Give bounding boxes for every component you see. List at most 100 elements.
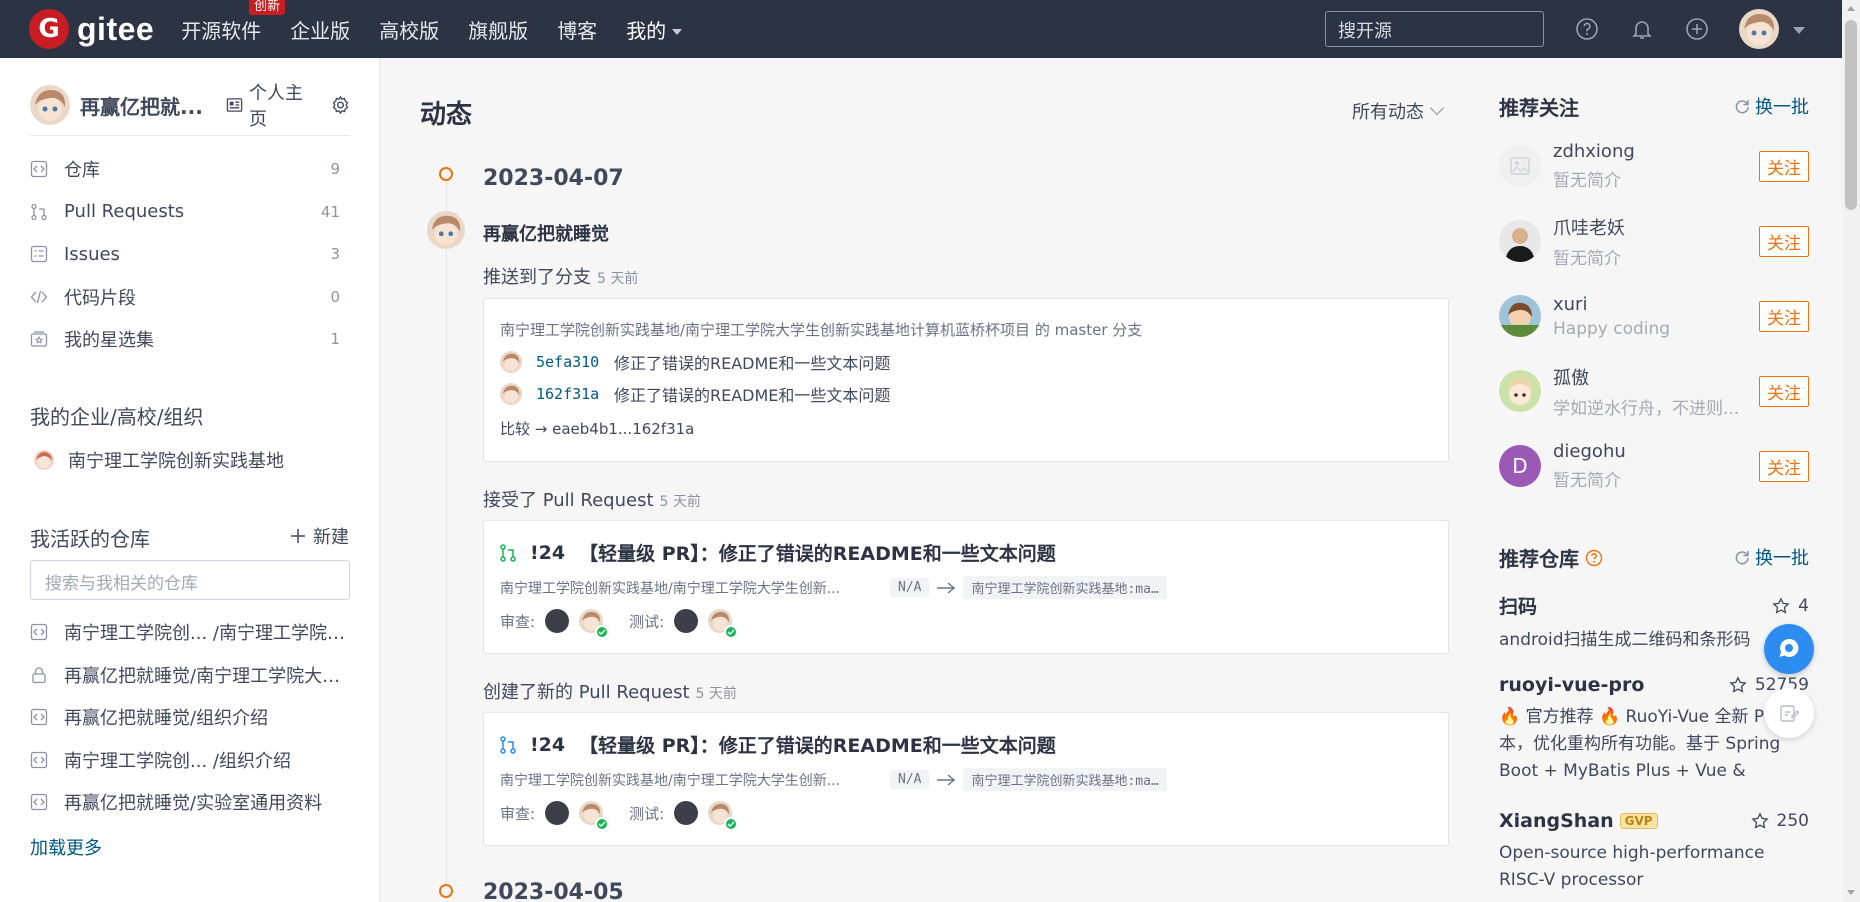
sidebar-item-snippets[interactable]: 代码片段 0 xyxy=(30,276,350,319)
timeline-line xyxy=(446,180,447,900)
follow-button[interactable]: 关注 xyxy=(1759,450,1809,482)
user-avatar[interactable] xyxy=(1739,9,1779,49)
nav-open-source[interactable]: 开源软件 创新 xyxy=(181,0,286,44)
scroll-down-arrow-icon[interactable] xyxy=(1847,890,1855,895)
event-time: 5 天前 xyxy=(597,271,639,287)
user-menu-caret-icon[interactable] xyxy=(1793,27,1805,34)
repo-search-input[interactable]: 搜索与我相关的仓库 xyxy=(30,560,350,600)
refresh-repos-button[interactable]: 换一批 xyxy=(1734,544,1809,570)
sidebar-item-star-collections[interactable]: 我的星选集 1 xyxy=(30,318,350,361)
personal-home-link[interactable]: 个人主页 xyxy=(226,79,317,131)
tester-avatar[interactable] xyxy=(708,801,739,831)
push-branch-line[interactable]: 南宁理工学院创新实践基地/南宁理工学院大学生创新实践基地计算机蓝桥杯项目 的 m… xyxy=(500,319,1432,340)
sidebar-user-name[interactable]: 再赢亿把就... xyxy=(80,91,208,120)
reviewer-avatar[interactable] xyxy=(579,609,610,639)
follow-avatar[interactable] xyxy=(1499,220,1541,262)
repo-icon xyxy=(30,623,48,641)
follow-button[interactable]: 关注 xyxy=(1759,225,1809,257)
refresh-follows-button[interactable]: 换一批 xyxy=(1734,93,1809,119)
follow-button[interactable]: 关注 xyxy=(1759,150,1809,182)
sidebar-item-repos[interactable]: 仓库 9 xyxy=(30,148,350,191)
follow-info: zdhxiong 暂无简介 xyxy=(1553,141,1759,191)
compare-link[interactable]: 比较 → eaeb4b1...162f31a xyxy=(500,418,1432,439)
follow-avatar[interactable]: D xyxy=(1499,445,1541,487)
nav-education[interactable]: 高校版 xyxy=(379,15,439,44)
repo-list-item[interactable]: 南宁理工学院创... /南宁理工学院大... xyxy=(30,611,350,654)
chevron-down-icon xyxy=(1429,100,1445,116)
nav-blog[interactable]: 博客 xyxy=(557,15,597,44)
commit-sha-link[interactable]: 5efa310 xyxy=(536,353,612,371)
nav-flagship[interactable]: 旗舰版 xyxy=(468,15,528,44)
global-search-input[interactable]: 搜开源 xyxy=(1325,11,1544,47)
feed-user-name[interactable]: 再赢亿把就睡觉 xyxy=(483,220,609,246)
sidebar-item-label: 我的星选集 xyxy=(64,330,154,352)
follow-avatar[interactable] xyxy=(1499,370,1541,412)
follow-info: 孤傲 学如逆水行舟，不进则... xyxy=(1553,364,1759,419)
help-icon[interactable] xyxy=(1585,549,1603,567)
reviewer-avatar[interactable] xyxy=(545,801,570,825)
sidebar-item-label: 仓库 xyxy=(64,160,100,182)
follow-name[interactable]: zdhxiong xyxy=(1553,141,1759,162)
repo-list-item[interactable]: 再赢亿把就睡觉/组织介绍 xyxy=(30,696,350,739)
bell-icon[interactable] xyxy=(1630,17,1654,41)
org-item[interactable]: 南宁理工学院创新实践基地 xyxy=(34,447,284,473)
gear-icon[interactable] xyxy=(331,95,350,115)
scrollbar-thumb[interactable] xyxy=(1845,20,1857,210)
commit-sha-link[interactable]: 162f31a xyxy=(536,385,612,403)
reviewer-avatar[interactable] xyxy=(579,801,610,831)
commit-author-avatar xyxy=(500,383,522,405)
sidebar-item-count: 1 xyxy=(330,330,340,349)
sidebar-item-issues[interactable]: Issues 3 xyxy=(30,233,350,276)
repo-name-link[interactable]: 扫码 xyxy=(1499,592,1772,619)
repo-list-item[interactable]: 南宁理工学院创... /组织介绍 xyxy=(30,739,350,782)
pr-source-repo[interactable]: 南宁理工学院创新实践基地/南宁理工学院大学生创新... xyxy=(500,770,890,790)
activity-filter-label: 所有动态 xyxy=(1352,102,1424,123)
plus-icon[interactable] xyxy=(1685,17,1709,41)
gitee-logo[interactable]: G gitee xyxy=(29,9,154,49)
pull-request-merged-icon xyxy=(500,543,516,562)
page-scrollbar[interactable] xyxy=(1842,0,1860,902)
pr-source-repo[interactable]: 南宁理工学院创新实践基地/南宁理工学院大学生创新... xyxy=(500,578,890,598)
reviewer-avatar[interactable] xyxy=(545,609,570,633)
follow-button[interactable]: 关注 xyxy=(1759,300,1809,332)
help-icon[interactable] xyxy=(1575,17,1599,41)
pr-target-branch[interactable]: 南宁理工学院创新实践基地:ma… xyxy=(963,576,1167,599)
nav-mine[interactable]: 我的 xyxy=(626,15,683,44)
floating-feedback-button[interactable] xyxy=(1764,688,1814,738)
follow-name[interactable]: diegohu xyxy=(1553,441,1759,462)
follow-button[interactable]: 关注 xyxy=(1759,375,1809,407)
pr-source-branch: N/A xyxy=(890,578,930,597)
repo-name-link[interactable]: XiangShan GVP xyxy=(1499,810,1751,832)
tester-avatar[interactable] xyxy=(674,609,699,633)
pr-title: 【轻量级 PR】：修正了错误的README和一些文本问题 xyxy=(579,735,1056,757)
scroll-up-arrow-icon[interactable] xyxy=(1847,6,1855,11)
repo-desc: Open-source high-performance RISC-V proc… xyxy=(1499,843,1765,890)
pr-title-row[interactable]: !24 【轻量级 PR】：修正了错误的README和一些文本问题 xyxy=(500,539,1432,566)
follow-avatar[interactable] xyxy=(1499,295,1541,337)
sidebar-item-pull-requests[interactable]: Pull Requests 41 xyxy=(30,191,350,234)
repo-list-item[interactable]: 再赢亿把就睡觉/南宁理工学院大学... xyxy=(30,654,350,697)
commit-row: 5efa310 修正了错误的README和一些文本问题 xyxy=(500,346,1432,378)
follow-name[interactable]: xuri xyxy=(1553,294,1759,315)
feed-user-avatar[interactable] xyxy=(427,211,465,249)
tester-avatar[interactable] xyxy=(674,801,699,825)
follow-name[interactable]: 孤傲 xyxy=(1553,364,1759,390)
sidebar-avatar[interactable] xyxy=(30,85,70,125)
refresh-icon xyxy=(1735,551,1749,565)
nav-enterprise[interactable]: 企业版 xyxy=(290,15,350,44)
activity-filter-dropdown[interactable]: 所有动态 xyxy=(1352,98,1445,124)
pr-title-row[interactable]: !24 【轻量级 PR】：修正了错误的README和一些文本问题 xyxy=(500,731,1432,758)
new-repo-button[interactable]: 新建 xyxy=(289,523,349,549)
repo-name-link[interactable]: ruoyi-vue-pro xyxy=(1499,674,1729,696)
load-more-link[interactable]: 加载更多 xyxy=(30,834,102,860)
tester-label: 测试: xyxy=(629,612,665,631)
pr-target-branch[interactable]: 南宁理工学院创新实践基地:ma… xyxy=(963,768,1167,791)
follow-name[interactable]: 爪哇老妖 xyxy=(1553,214,1759,240)
event-time: 5 天前 xyxy=(695,686,737,702)
tester-avatar[interactable] xyxy=(708,609,739,639)
recommended-repos-label: 推荐仓库 xyxy=(1499,547,1579,571)
floating-assistant-button[interactable] xyxy=(1764,624,1814,674)
follow-avatar[interactable] xyxy=(1499,145,1541,187)
repo-list-item[interactable]: 再赢亿把就睡觉/实验室通用资料 xyxy=(30,781,350,824)
follow-suggestion: xuri Happy coding 关注 xyxy=(1499,291,1809,341)
